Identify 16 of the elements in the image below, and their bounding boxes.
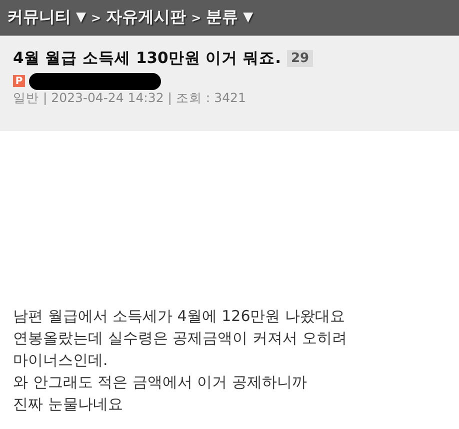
caret-icon[interactable]: ▼ (76, 10, 86, 25)
separator: > (191, 10, 202, 24)
body-text-line: 와 안그래도 적은 금액에서 이거 공제하니까 (13, 372, 308, 393)
breadcrumb-link[interactable]: 분류 (206, 7, 238, 28)
caret-icon[interactable]: ▼ (243, 10, 254, 25)
body-text-line: 연봉올랐는데 실수령은 공제금액이 커져서 오히려 (13, 328, 348, 349)
body-text-line: 진짜 눈물나네요 (13, 394, 124, 415)
body-text-line: 남편 월급에서 소득세가 4월에 126만원 나왔대요 (13, 306, 346, 327)
post-meta: 일반 | 2023-04-24 14:32 | 조회 : 3421 (13, 90, 247, 107)
body-text-line: 마이너스인데. (13, 350, 109, 371)
separator: > (91, 10, 102, 24)
breadcrumb-link[interactable]: 자유게시판 (106, 7, 186, 28)
level-badge: P (13, 75, 25, 87)
post-title: 4월 월급 소득세 130만원 이거 뭐죠. (13, 48, 282, 69)
breadcrumb-link[interactable]: 커뮤니티 (7, 7, 71, 28)
comment-count[interactable]: 29 (287, 50, 314, 67)
